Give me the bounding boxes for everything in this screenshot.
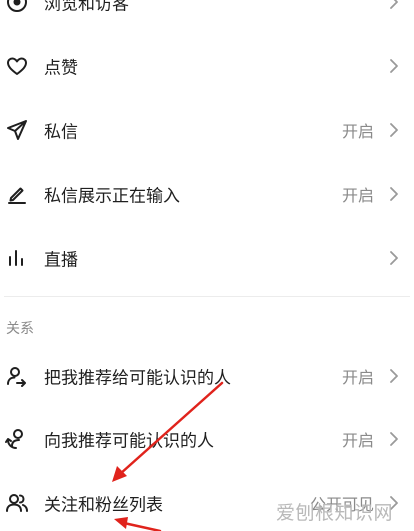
settings-item-label: 直播	[44, 250, 78, 271]
settings-item-label: 关注和粉丝列表	[44, 495, 163, 516]
person-share-icon	[4, 363, 30, 389]
chevron-right-icon	[388, 56, 400, 76]
settings-item-label: 向我推荐可能认识的人	[44, 431, 214, 452]
chevron-right-icon	[388, 184, 400, 204]
settings-item-label: 私信	[44, 122, 78, 143]
settings-item-label: 把我推荐给可能认识的人	[44, 368, 231, 389]
pencil-icon	[4, 181, 30, 207]
person-recommend-icon	[4, 426, 30, 452]
settings-item-visitors[interactable]: 浏览和访客	[0, 0, 414, 30]
settings-item-live[interactable]: 直播	[0, 230, 414, 286]
chevron-right-icon	[388, 366, 400, 386]
chevron-right-icon	[388, 429, 400, 449]
settings-item-label: 浏览和访客	[44, 0, 129, 15]
settings-item-label: 私信展示正在输入	[44, 186, 180, 207]
settings-item-recommend-me[interactable]: 把我推荐给可能认识的人 开启	[0, 348, 414, 404]
chevron-right-icon	[388, 120, 400, 140]
section-divider	[4, 296, 410, 297]
privacy-settings-page: 浏览和访客 点赞 私信 开启 私信展示正在输入 开启 直播 关系 把我推荐给可能…	[0, 0, 414, 531]
settings-item-value: 开启	[341, 431, 374, 450]
settings-item-likes[interactable]: 点赞	[0, 38, 414, 94]
heart-icon	[4, 53, 30, 79]
settings-item-label: 点赞	[44, 58, 78, 79]
settings-item-value: 开启	[341, 122, 374, 141]
chevron-right-icon	[388, 248, 400, 268]
chevron-right-icon	[388, 0, 400, 12]
settings-item-typing-indicator[interactable]: 私信展示正在输入 开启	[0, 166, 414, 222]
settings-item-value: 开启	[341, 186, 374, 205]
paper-plane-icon	[4, 117, 30, 143]
eye-circle-icon	[4, 0, 30, 15]
live-bars-icon	[4, 245, 30, 271]
two-persons-icon	[4, 490, 30, 516]
settings-item-messages[interactable]: 私信 开启	[0, 102, 414, 158]
settings-item-recommend-to-me[interactable]: 向我推荐可能认识的人 开启	[0, 411, 414, 467]
settings-item-value: 开启	[341, 368, 374, 387]
watermark: 爱刨根知识网	[276, 502, 394, 524]
section-title-relations: 关系	[6, 321, 34, 337]
